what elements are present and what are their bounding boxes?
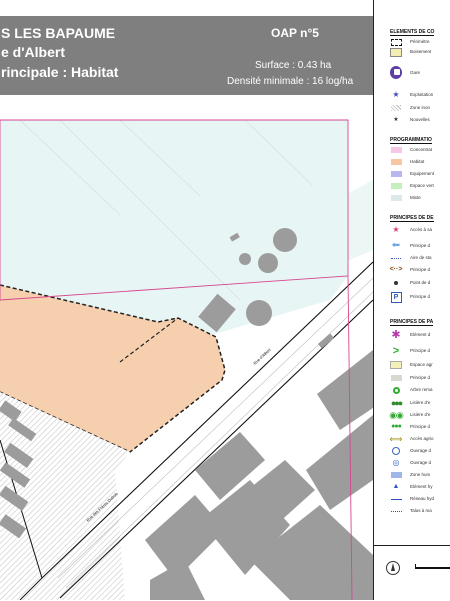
blue-rect-icon	[390, 472, 402, 478]
legend-item-acces: ★ Accès à sa	[390, 226, 450, 235]
chevron-right-icon: >	[392, 345, 400, 357]
legend-section-title: PROGRAMMATIO	[390, 137, 432, 144]
legend-item-principe-green: ●●● Principe d	[391, 423, 431, 430]
swatch-icon	[390, 195, 402, 201]
north-arrow-icon	[386, 561, 400, 575]
dotted-blue-line-icon	[390, 507, 402, 515]
blue-ring-icon	[390, 447, 402, 455]
legend-item-ouvrage-2: ◎ Ouvrage d	[390, 459, 450, 468]
densite-minimale: Densité minimale : 16 log/ha	[227, 76, 354, 87]
legend-item-exploitation: ★ Exploitation	[390, 91, 450, 100]
legend-item-gare: Gare	[390, 65, 450, 79]
oap-number: OAP n°5	[271, 26, 319, 40]
arrow-left-icon: ⬅	[391, 240, 401, 251]
dot-icon	[390, 279, 402, 287]
grey-square-icon	[390, 375, 402, 381]
swatch-icon	[390, 171, 402, 177]
flower-icon: ✱	[391, 329, 401, 341]
blue-target-icon: ◎	[392, 458, 400, 467]
legend-item-nouvelles: ★ Nouvelles	[390, 116, 450, 125]
swatch-icon	[390, 183, 402, 189]
legend-item-equipement: Equipement	[390, 170, 450, 179]
legend-item-ouvrage-1: Ouvrage d	[390, 447, 450, 456]
dotted-line-icon	[390, 254, 402, 262]
legend-item-aire-stationnement: Aire de sta	[390, 254, 450, 263]
map-footer	[373, 545, 450, 601]
legend-item-perimetre: Périmètre	[390, 38, 450, 47]
swatch-icon	[390, 147, 402, 153]
green-dots-icon: ●●●	[391, 423, 402, 430]
vocation-principale: rincipale : Habitat	[1, 64, 119, 80]
legend-item-mixte: Mixte	[390, 194, 450, 203]
legend-section-title: PRINCIPES DE PA	[390, 319, 434, 326]
double-arrow-icon: <··>	[389, 266, 403, 273]
woodland-icon	[390, 47, 402, 57]
yellow-square-icon	[390, 361, 402, 369]
hatch-icon	[390, 104, 402, 112]
legend-item-principe-desserte: ⬅ Principe d	[391, 240, 431, 251]
legend-item-arbre-remarquable: Arbre rema	[390, 386, 450, 395]
legend-item-lisiere-2: ◉◉ Lisière d'e	[389, 410, 431, 420]
triangle-icon: ▲	[392, 483, 400, 490]
legend-item-espace-agricole: Espace agr	[390, 361, 450, 370]
star-icon: ★	[392, 90, 400, 99]
legend-item-parking: P Principe d	[390, 291, 450, 303]
train-station-icon	[390, 65, 402, 79]
title-banner: S LES BAPAUME e d'Albert rincipale : Hab…	[0, 16, 373, 95]
legend-item-element-hydro: ▲ Elément hy	[390, 483, 450, 492]
small-star-icon: ★	[393, 117, 399, 123]
legend-section-title: ELEMENTS DE CO	[390, 29, 435, 36]
legend-item-acces-agricole: ⟺ Accès agrio	[389, 434, 434, 444]
parking-icon: P	[390, 291, 402, 303]
access-star-icon: ★	[392, 225, 400, 234]
legend-item-concentration: Concentrat	[390, 146, 450, 155]
legend-item-zone-humide: Zone hum	[390, 471, 450, 480]
legend-item-zone-inondable: Zone inon	[390, 104, 450, 113]
blue-line-icon	[390, 495, 402, 503]
surface: Surface : 0.43 ha	[255, 60, 332, 71]
legend-item-principe-vue: > Principe d	[390, 345, 450, 357]
double-arrow-yellow-icon: ⟺	[389, 434, 403, 444]
double-circle-icon: ◉◉	[389, 410, 404, 420]
legend-item-principe-grey: Principe d	[390, 374, 450, 383]
legend-panel: ELEMENTS DE CO Périmètre Boisement Gare …	[373, 0, 450, 600]
hedge-icon: ●●●	[390, 398, 403, 408]
legend-item-talus: Talus à ma	[390, 507, 450, 516]
dashed-rect-icon	[390, 38, 402, 46]
legend-item-element-patrimoine: ✱ Elément d	[391, 329, 431, 341]
legend-item-point-depart: Point de d	[390, 279, 450, 288]
legend-item-habitat: Habitat	[390, 158, 450, 167]
tree-icon	[390, 386, 402, 394]
legend-item-lisiere-1: ●●● Lisière d'e	[390, 398, 431, 408]
street-name: e d'Albert	[1, 44, 66, 60]
legend-section-title: PRINCIPES DE DE	[390, 215, 434, 222]
legend-item-principe-liaison: <··> Principe d	[389, 266, 431, 273]
scale-bar	[415, 564, 450, 569]
commune-name: S LES BAPAUME	[1, 25, 116, 41]
legend-item-reseau-hydro: Réseau hyd	[390, 495, 450, 504]
swatch-icon	[390, 159, 402, 165]
legend-item-boisement: Boisement	[390, 47, 450, 57]
legend-item-espace-vert: Espace vert	[390, 182, 450, 191]
